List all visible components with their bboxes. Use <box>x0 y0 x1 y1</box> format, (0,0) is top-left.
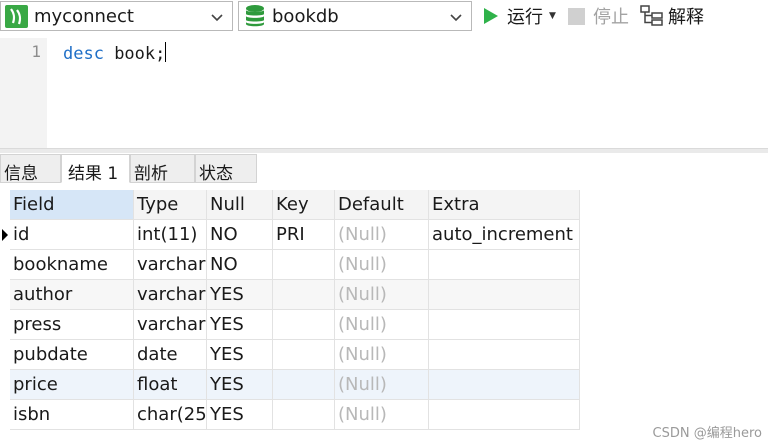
table-cell[interactable]: auto_increment <box>429 220 580 250</box>
toolbar: myconnect bookdb 运行 ▼ 停止 解释 <box>0 0 768 33</box>
result-tabs: 信息 结果 1 剖析 状态 <box>0 153 768 184</box>
connection-icon <box>5 4 28 28</box>
table-cell[interactable]: (Null) <box>335 370 429 400</box>
table-cell[interactable]: varchar( <box>134 250 207 280</box>
table-cell[interactable]: (Null) <box>335 280 429 310</box>
tab-status[interactable]: 状态 <box>195 154 257 184</box>
caret-down-icon[interactable]: ▼ <box>549 11 556 21</box>
table-cell[interactable] <box>429 340 580 370</box>
table-cell[interactable]: bookname <box>10 250 134 280</box>
database-name: bookdb <box>272 5 339 27</box>
column-header-null[interactable]: Null <box>207 190 273 220</box>
table-cell[interactable] <box>273 340 335 370</box>
table-cell[interactable]: press <box>10 310 134 340</box>
play-icon <box>484 8 498 24</box>
table-cell[interactable]: (Null) <box>335 340 429 370</box>
table-cell[interactable]: (Null) <box>335 220 429 250</box>
sql-keyword: desc <box>63 44 104 64</box>
column-header-extra[interactable]: Extra <box>429 190 580 220</box>
table-cell[interactable]: (Null) <box>335 400 429 430</box>
table-cell[interactable]: (Null) <box>335 310 429 340</box>
code-line[interactable]: desc book; <box>63 42 167 64</box>
tab-result-1[interactable]: 结果 1 <box>61 154 130 184</box>
tab-profile[interactable]: 剖析 <box>130 154 195 184</box>
table-cell[interactable]: pubdate <box>10 340 134 370</box>
table-cell[interactable]: char(25! <box>134 400 207 430</box>
connection-name: myconnect <box>34 5 134 27</box>
text-cursor <box>165 42 167 62</box>
explain-label: 解释 <box>668 7 704 28</box>
stop-button[interactable]: 停止 <box>568 3 629 29</box>
table-cell[interactable]: float <box>134 370 207 400</box>
table-cell[interactable]: NO <box>207 220 273 250</box>
connection-select[interactable]: myconnect <box>0 1 233 31</box>
table-cell[interactable]: YES <box>207 400 273 430</box>
watermark-text: CSDN @编程hero <box>652 426 762 441</box>
table-cell[interactable]: id <box>10 220 134 250</box>
explain-icon <box>640 5 663 26</box>
chevron-down-icon <box>211 14 223 22</box>
column-header-key[interactable]: Key <box>273 190 335 220</box>
table-cell[interactable]: int(11) <box>134 220 207 250</box>
column-header-default[interactable]: Default <box>335 190 429 220</box>
database-icon <box>246 5 264 27</box>
line-number-gutter: 1 <box>0 38 47 148</box>
table-cell[interactable]: varchar( <box>134 280 207 310</box>
stop-icon <box>568 7 585 25</box>
table-cell[interactable]: YES <box>207 340 273 370</box>
table-cell[interactable]: isbn <box>10 400 134 430</box>
column-header-type[interactable]: Type <box>134 190 207 220</box>
sql-editor[interactable]: 1 desc book; <box>0 38 768 148</box>
explain-button[interactable]: 解释 <box>640 3 704 29</box>
sql-text: book; <box>103 44 166 64</box>
table-cell[interactable] <box>273 400 335 430</box>
table-cell[interactable]: author <box>10 280 134 310</box>
run-button[interactable]: 运行 ▼ <box>484 3 556 29</box>
table-cell[interactable]: varchar( <box>134 310 207 340</box>
table-cell[interactable]: NO <box>207 250 273 280</box>
table-cell[interactable]: (Null) <box>335 250 429 280</box>
table-cell[interactable] <box>273 250 335 280</box>
table-cell[interactable] <box>429 280 580 310</box>
table-cell[interactable]: PRI <box>273 220 335 250</box>
column-header-field[interactable]: Field <box>10 190 134 220</box>
table-cell[interactable] <box>429 370 580 400</box>
tab-info[interactable]: 信息 <box>0 154 61 184</box>
table-cell[interactable] <box>429 310 580 340</box>
table-cell[interactable] <box>273 310 335 340</box>
stop-label: 停止 <box>593 7 629 28</box>
chevron-down-icon <box>450 14 462 22</box>
table-cell[interactable]: price <box>10 370 134 400</box>
table-cell[interactable]: YES <box>207 370 273 400</box>
table-cell[interactable] <box>429 250 580 280</box>
table-cell[interactable]: YES <box>207 310 273 340</box>
run-label: 运行 <box>507 7 543 28</box>
table-cell[interactable] <box>429 400 580 430</box>
line-number: 1 <box>31 42 41 61</box>
table-cell[interactable]: YES <box>207 280 273 310</box>
database-select[interactable]: bookdb <box>238 1 472 31</box>
table-cell[interactable]: date <box>134 340 207 370</box>
current-row-indicator-icon <box>2 229 8 241</box>
table-cell[interactable] <box>273 280 335 310</box>
table-cell[interactable] <box>273 370 335 400</box>
